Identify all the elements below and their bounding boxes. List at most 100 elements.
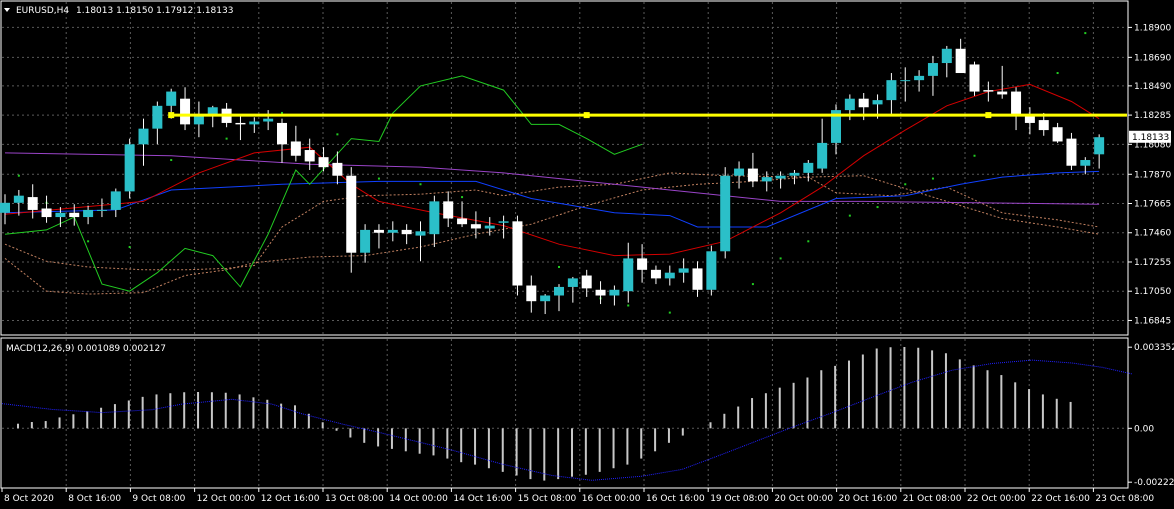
chart-canvas: 1.189001.186901.184901.182851.180801.178… bbox=[0, 0, 1174, 509]
price-tick-label: 1.18690 bbox=[1134, 53, 1171, 63]
price-tick-label: 1.17050 bbox=[1134, 287, 1171, 297]
bull-candle-body bbox=[13, 195, 24, 203]
bull-candle-body bbox=[96, 209, 107, 211]
macd-tick-label: -0.002226 bbox=[1134, 478, 1174, 488]
sar-dot bbox=[973, 154, 976, 157]
bull-candle-body bbox=[941, 48, 952, 64]
time-tick-label: 19 Oct 08:00 bbox=[710, 494, 769, 504]
bull-candle-body bbox=[761, 177, 772, 182]
bear-candle-body bbox=[858, 98, 869, 108]
price-tick-label: 1.17255 bbox=[1134, 258, 1171, 268]
bull-candle-body bbox=[152, 105, 163, 129]
macd-tick-label: 0.00 bbox=[1134, 424, 1154, 434]
price-tick-label: 1.18490 bbox=[1134, 82, 1171, 92]
bull-candle-body bbox=[110, 191, 121, 210]
time-tick-label: 15 Oct 08:00 bbox=[518, 494, 577, 504]
bull-candle-body bbox=[138, 128, 149, 145]
bull-candle-body bbox=[734, 168, 745, 176]
bull-candle-body bbox=[900, 80, 911, 82]
bear-candle-body bbox=[969, 64, 980, 92]
bull-candle-body bbox=[914, 75, 925, 81]
bear-candle-body bbox=[318, 157, 329, 168]
sar-dot bbox=[848, 214, 851, 217]
bear-candle-body bbox=[983, 90, 994, 92]
price-tick-label: 1.17460 bbox=[1134, 229, 1171, 239]
sar-dot bbox=[17, 174, 20, 177]
bull-candle-body bbox=[166, 91, 177, 106]
bull-candle-body bbox=[484, 225, 495, 229]
time-tick-label: 22 Oct 16:00 bbox=[1031, 494, 1090, 504]
price-tick-label: 1.16845 bbox=[1134, 316, 1171, 326]
bull-candle-body bbox=[1094, 137, 1105, 155]
bear-candle-body bbox=[235, 122, 246, 125]
level-anchor-handle bbox=[985, 112, 992, 119]
time-tick-label: 22 Oct 00:00 bbox=[967, 494, 1026, 504]
current-price-label: 1.18133 bbox=[1132, 133, 1169, 143]
bull-candle-body bbox=[720, 175, 731, 252]
bear-candle-body bbox=[1052, 127, 1063, 142]
sar-dot bbox=[225, 137, 228, 140]
bull-candle-body bbox=[803, 162, 814, 173]
bull-candle-body bbox=[567, 278, 578, 287]
sar-dot bbox=[751, 283, 754, 286]
sar-dot bbox=[87, 240, 90, 243]
sar-dot bbox=[128, 246, 131, 249]
bull-candle-body bbox=[678, 268, 689, 273]
bull-candle-body bbox=[360, 229, 371, 253]
bear-candle-body bbox=[1011, 91, 1022, 115]
sar-dot bbox=[558, 265, 560, 268]
time-tick-label: 14 Oct 00:00 bbox=[389, 494, 448, 504]
bull-candle-body bbox=[0, 202, 10, 213]
bear-candle-body bbox=[650, 269, 661, 279]
sar-dot bbox=[876, 206, 879, 209]
bull-candle-body bbox=[263, 118, 274, 122]
bear-candle-body bbox=[637, 258, 648, 270]
time-tick-label: 21 Oct 08:00 bbox=[903, 494, 962, 504]
bull-candle-body bbox=[498, 221, 509, 223]
bull-candle-body bbox=[872, 100, 883, 105]
bull-candle-body bbox=[609, 289, 620, 296]
time-tick-label: 20 Oct 16:00 bbox=[839, 494, 898, 504]
sar-dot bbox=[377, 177, 380, 180]
bull-candle-body bbox=[429, 201, 440, 235]
bear-candle-body bbox=[346, 175, 357, 253]
time-tick-label: 8 Oct 2020 bbox=[4, 494, 54, 504]
level-anchor-handle bbox=[583, 112, 590, 119]
bull-candle-body bbox=[540, 295, 551, 302]
bear-candle-body bbox=[1038, 120, 1049, 131]
bear-candle-body bbox=[69, 212, 80, 218]
time-tick-label: 16 Oct 16:00 bbox=[646, 494, 705, 504]
sar-dot bbox=[627, 304, 630, 307]
bull-candle-body bbox=[193, 115, 204, 125]
chart-background bbox=[0, 0, 1174, 509]
time-tick-label: 20 Oct 00:00 bbox=[774, 494, 833, 504]
bear-candle-body bbox=[595, 289, 606, 296]
level-anchor-handle bbox=[168, 112, 175, 119]
bear-candle-body bbox=[373, 229, 384, 233]
price-tick-label: 1.18285 bbox=[1134, 111, 1171, 121]
time-tick-label: 13 Oct 08:00 bbox=[325, 494, 384, 504]
bull-candle-body bbox=[83, 209, 94, 218]
bear-candle-body bbox=[526, 285, 537, 302]
bull-candle-body bbox=[387, 229, 398, 233]
time-tick-label: 12 Oct 16:00 bbox=[261, 494, 320, 504]
bull-candle-body bbox=[55, 212, 66, 218]
sar-dot bbox=[336, 133, 339, 136]
bull-candle-body bbox=[554, 286, 564, 296]
bull-candle-body bbox=[1080, 160, 1091, 166]
price-tick-label: 1.18900 bbox=[1134, 23, 1171, 33]
sar-dot bbox=[668, 311, 671, 314]
bull-candle-body bbox=[844, 98, 855, 111]
bull-candle-body bbox=[775, 175, 786, 179]
bear-candle-body bbox=[457, 218, 468, 225]
sar-dot bbox=[931, 177, 934, 180]
bear-candle-body bbox=[512, 221, 523, 286]
bear-candle-body bbox=[277, 122, 287, 145]
bull-candle-body bbox=[124, 144, 135, 192]
bear-candle-body bbox=[470, 224, 481, 229]
sar-dot bbox=[904, 183, 907, 186]
sar-dot bbox=[807, 240, 810, 243]
symbol-label: EURUSD,H4 bbox=[16, 6, 69, 16]
bear-candle-body bbox=[692, 268, 703, 290]
bear-candle-body bbox=[401, 229, 412, 235]
